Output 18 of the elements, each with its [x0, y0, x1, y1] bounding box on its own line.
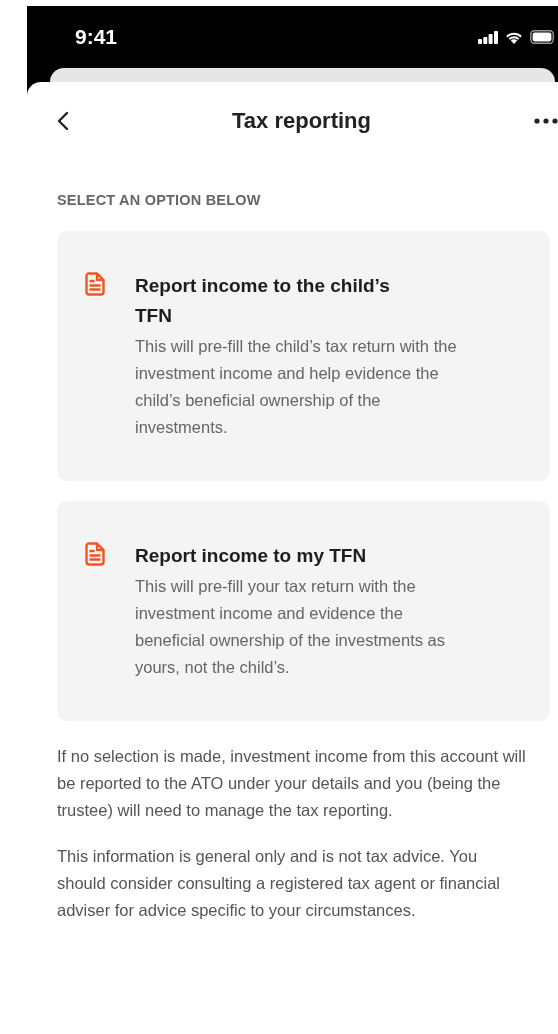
- signal-icon: [478, 30, 498, 44]
- info-paragraph: This information is general only and is not tax advice. You should consider consulting a registered tax agent or financial adviser for advice specific to your circumstances.: [57, 846, 502, 921]
- wifi-icon: [504, 30, 524, 44]
- document-icon: [85, 272, 105, 296]
- info-paragraph: If no selection is made, investment income from this account will be reported to the ATO under your details and you (being the trustee) will need to manage the tax reporting.: [57, 746, 527, 821]
- page-title: Tax reporting: [232, 108, 371, 134]
- option-description: This will pre-fill the child’s tax return with the investment income and help evidence the child’s beneficial ownership of the investments.: [135, 336, 458, 438]
- option-card[interactable]: Report income to the child’s TFN This will pre-fill the child’s tax return with the investment income and help evidence the child’s beneficial ownership of the investments.: [57, 231, 550, 481]
- option-card[interactable]: Report income to my TFN This will pre-fill your tax return with the investment income and evidence the beneficial ownership of the investments as yours, not the child’s.: [57, 501, 550, 721]
- section-label: SELECT AN OPTION BELOW: [57, 192, 262, 208]
- document-icon: [85, 542, 105, 566]
- option-title: Report income to the child’s TFN: [135, 274, 391, 328]
- option-title: Report income to my TFN: [135, 544, 368, 568]
- more-button[interactable]: [534, 118, 558, 124]
- battery-icon: [530, 30, 554, 44]
- back-button[interactable]: [57, 111, 69, 131]
- option-description: This will pre-fill your tax return with the investment income and evidence the beneficial ownership of the investments as yours, not the child’s.: [135, 576, 446, 678]
- status-time: 9:41: [75, 25, 118, 49]
